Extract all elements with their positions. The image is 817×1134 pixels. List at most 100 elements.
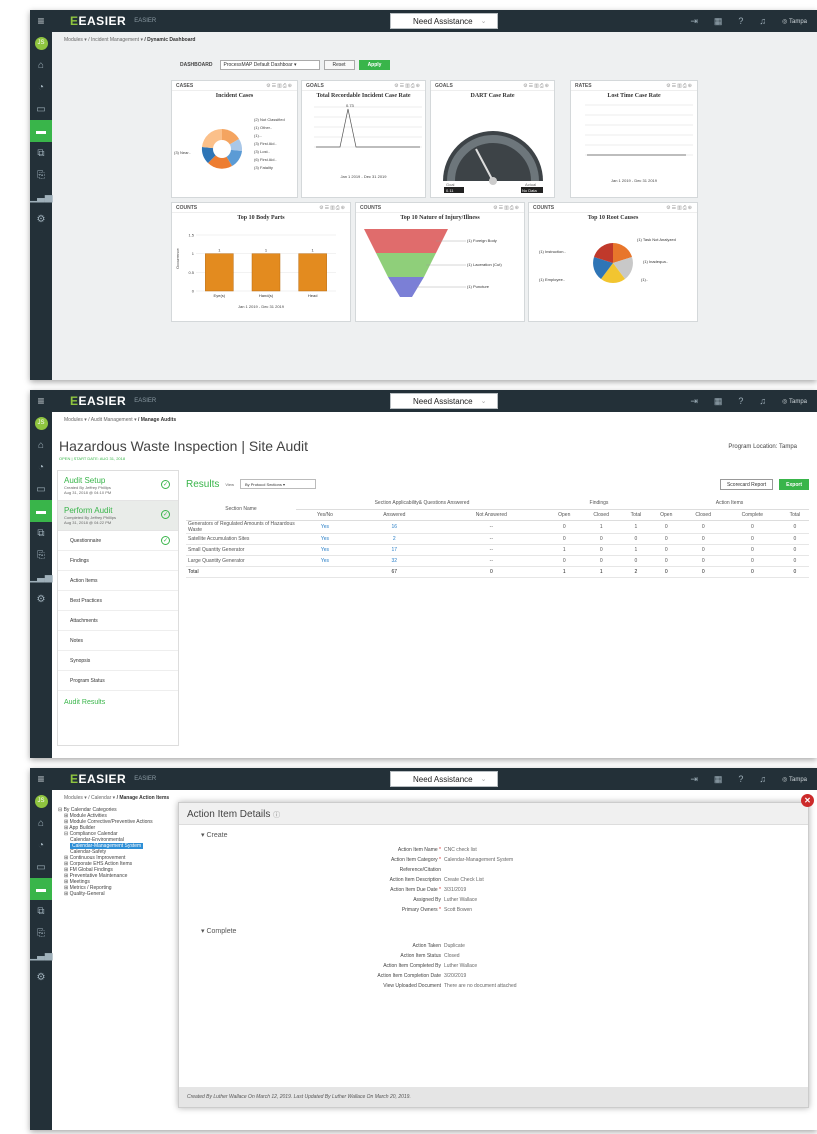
active-module-icon[interactable]: ▬	[30, 120, 52, 142]
table-cell[interactable]: Yes	[296, 520, 354, 534]
crumb-modules[interactable]: Modules ▾	[64, 37, 87, 43]
monitor-icon[interactable]: ▭	[30, 98, 52, 120]
chart-icon[interactable]: ▁▃▅	[30, 944, 53, 966]
widget-tools-icon[interactable]: ⚙☰▥⎙⊕	[493, 205, 520, 211]
field-row: View Uploaded Document There are no docum…	[179, 981, 808, 991]
brand-logo[interactable]: EEASIER	[70, 14, 126, 28]
reset-button[interactable]: Reset	[323, 60, 355, 70]
chart-icon[interactable]: ▁▃▅	[30, 186, 53, 208]
palette-icon[interactable]: ◔	[30, 76, 52, 98]
export-button[interactable]: Export	[779, 478, 809, 490]
logout-icon[interactable]: ⇥	[690, 774, 698, 785]
bar[interactable]	[251, 253, 281, 292]
calendar-icon[interactable]: ▦	[714, 16, 723, 27]
scorecard-report-button[interactable]: Scorecard Report	[719, 478, 774, 490]
menu-icon[interactable]: ≡	[30, 390, 52, 412]
widget-tools-icon[interactable]: ⚙☰▥⎙⊕	[523, 83, 550, 89]
help-icon[interactable]: ?	[738, 16, 743, 26]
widget-tools-icon[interactable]: ⚙☰▥⎙⊕	[266, 83, 293, 89]
table-cell[interactable]: 17	[353, 544, 435, 556]
gear-icon[interactable]: ⚙	[30, 966, 52, 988]
chart-icon[interactable]: ▁▃▅	[30, 566, 53, 588]
crumb-modules[interactable]: Modules ▾	[64, 417, 87, 423]
create-section-toggle[interactable]: ▾ Create	[201, 831, 808, 839]
bell-icon[interactable]: ♫	[759, 16, 766, 26]
user-location[interactable]: ◎ Tampa	[782, 398, 807, 405]
avatar[interactable]: JS	[30, 790, 52, 812]
nav-item-action-items[interactable]: Action Items	[58, 571, 178, 591]
gear-icon[interactable]: ⚙	[30, 588, 52, 610]
nav-audit-setup[interactable]: Audit Setup Created By Jeffrey Phillips …	[58, 471, 178, 501]
info-icon[interactable]: ⓘ	[273, 812, 280, 819]
complete-section-toggle[interactable]: ▾ Complete	[201, 927, 808, 935]
table-cell[interactable]: 16	[353, 520, 435, 534]
view-select[interactable]: By Protocol Sections ▾	[239, 479, 316, 489]
help-icon[interactable]: ?	[738, 396, 743, 406]
table-cell[interactable]: Yes	[296, 533, 354, 545]
tablet-icon[interactable]: ⧉	[30, 142, 52, 164]
active-module-icon[interactable]: ▬	[30, 500, 52, 522]
bell-icon[interactable]: ♫	[759, 396, 766, 406]
program-location: Program Location: Tampa	[728, 444, 797, 450]
logout-icon[interactable]: ⇥	[690, 396, 698, 407]
gear-icon[interactable]: ⚙	[30, 208, 52, 230]
avatar[interactable]: JS	[30, 412, 52, 434]
gauge-actual-label: Actual	[525, 182, 536, 187]
active-module-icon[interactable]: ▬	[30, 878, 52, 900]
monitor-icon[interactable]: ▭	[30, 478, 52, 500]
user-location[interactable]: ◎ Tampa	[782, 776, 807, 783]
brand-logo[interactable]: EEASIER	[70, 772, 126, 786]
need-assistance-select[interactable]: Need Assistance ⌄	[390, 393, 498, 409]
nav-perform-audit[interactable]: Perform Audit Completed By Jeffrey Phill…	[58, 501, 178, 531]
bar[interactable]	[298, 253, 327, 292]
nav-item-notes[interactable]: Notes	[58, 631, 178, 651]
avatar[interactable]: JS	[30, 32, 52, 54]
palette-icon[interactable]: ◔	[30, 456, 52, 478]
crumb-audit[interactable]: / Audit Management ▾	[88, 417, 136, 423]
nav-item-program-status[interactable]: Program Status	[58, 671, 178, 691]
nav-item-questionnaire[interactable]: Questionnaire ✓	[58, 531, 178, 551]
menu-icon[interactable]: ≡	[30, 10, 52, 32]
crumb-incident[interactable]: / Incident Management ▾	[88, 37, 143, 43]
logout-icon[interactable]: ⇥	[690, 16, 698, 27]
crumb-calendar[interactable]: / Calendar ▾	[88, 795, 115, 801]
calendar-icon[interactable]: ▦	[714, 396, 723, 407]
table-cell[interactable]: 32	[353, 555, 435, 567]
nav-audit-results[interactable]: Audit Results	[58, 691, 178, 714]
widget-tools-icon[interactable]: ⚙☰▥⎙⊕	[319, 205, 346, 211]
brand-logo[interactable]: EEASIER	[70, 394, 126, 408]
home-icon[interactable]: ⌂	[30, 812, 52, 834]
export-icon[interactable]: ⎘	[30, 922, 52, 944]
nav-item-findings[interactable]: Findings	[58, 551, 178, 571]
calendar-icon[interactable]: ▦	[714, 774, 723, 785]
tablet-icon[interactable]: ⧉	[30, 900, 52, 922]
need-assistance-select[interactable]: Need Assistance ⌄	[390, 13, 498, 29]
widget-tools-icon[interactable]: ⚙☰▥⎙⊕	[666, 205, 693, 211]
widget-tools-icon[interactable]: ⚙☰▥⎙⊕	[666, 83, 693, 89]
dashboard-select[interactable]: ProcessMAP Default Dashboar ▾	[219, 60, 320, 70]
apply-button[interactable]: Apply	[358, 60, 391, 70]
table-cell[interactable]: Yes	[296, 555, 354, 567]
nav-item-attachments[interactable]: Attachments	[58, 611, 178, 631]
bar[interactable]	[205, 253, 234, 292]
home-icon[interactable]: ⌂	[30, 434, 52, 456]
palette-icon[interactable]: ◔	[30, 834, 52, 856]
nav-item-best-practices[interactable]: Best Practices	[58, 591, 178, 611]
nav-item-synopsis[interactable]: Synopsis	[58, 651, 178, 671]
need-assistance-select[interactable]: Need Assistance ⌄	[390, 771, 498, 787]
export-icon[interactable]: ⎘	[30, 544, 52, 566]
export-icon[interactable]: ⎘	[30, 164, 52, 186]
table-cell[interactable]: Yes	[296, 544, 354, 556]
tablet-icon[interactable]: ⧉	[30, 522, 52, 544]
crumb-modules[interactable]: Modules ▾	[64, 795, 87, 801]
user-location[interactable]: ◎ Tampa	[782, 18, 807, 25]
close-icon[interactable]: ✕	[801, 794, 814, 807]
widget-tools-icon[interactable]: ⚙☰▥⎙⊕	[394, 83, 421, 89]
help-icon[interactable]: ?	[738, 774, 743, 784]
home-icon[interactable]: ⌂	[30, 54, 52, 76]
table-cell[interactable]: 2	[353, 533, 435, 545]
monitor-icon[interactable]: ▭	[30, 856, 52, 878]
menu-icon[interactable]: ≡	[30, 768, 52, 790]
tree-node[interactable]: ⊞ Quality-General	[64, 891, 105, 897]
bell-icon[interactable]: ♫	[759, 774, 766, 784]
